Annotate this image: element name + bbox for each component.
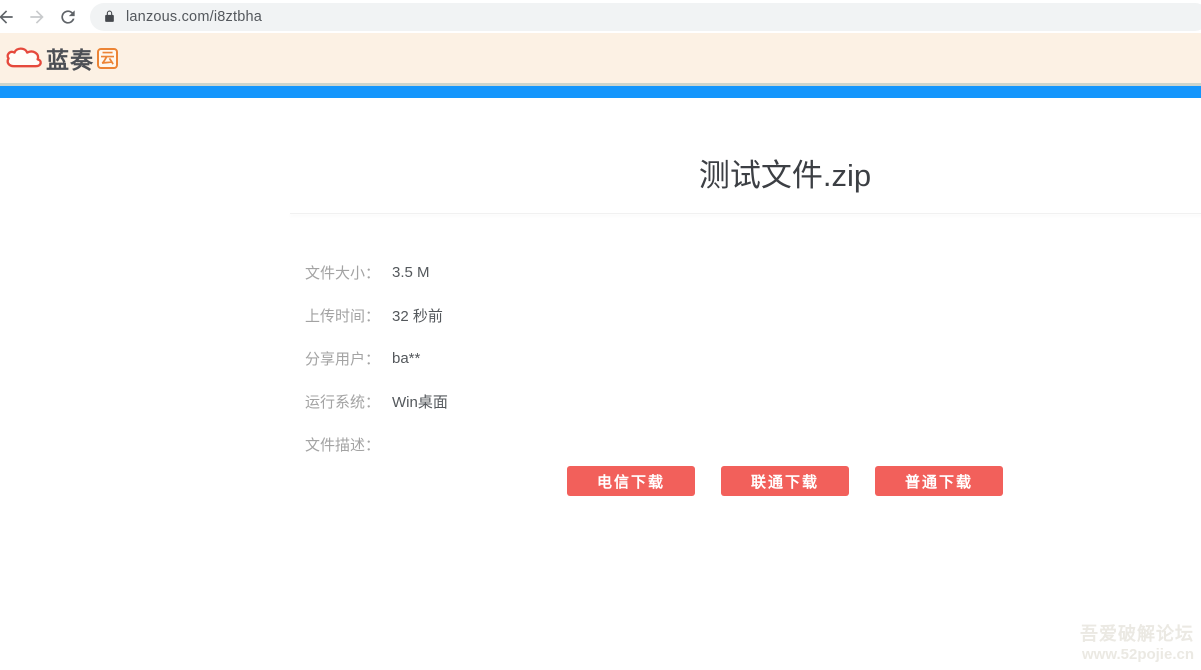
brand-name: 蓝奏 [46, 41, 94, 75]
site-header: 蓝奏 云 [0, 33, 1201, 83]
os-value: Win桌面 [392, 391, 448, 412]
normal-download-button[interactable]: 普通下载 [875, 466, 1003, 496]
brand-badge: 云 [97, 48, 118, 69]
url-bar[interactable]: lanzous.com/i8ztbha [90, 3, 1201, 31]
title-divider [290, 213, 1201, 214]
upload-time-label: 上传时间： [305, 305, 392, 326]
upload-time-value: 32 秒前 [392, 305, 443, 326]
share-user-row: 分享用户： ba** [305, 337, 1201, 380]
lock-icon[interactable] [103, 10, 116, 23]
watermark-line2: www.52pojie.cn [1080, 645, 1194, 665]
accent-strip [0, 83, 1201, 98]
telecom-download-button[interactable]: 电信下载 [567, 466, 695, 496]
reload-icon[interactable] [58, 7, 78, 27]
file-title: 测试文件.zip [290, 153, 1201, 198]
watermark-line1: 吾爱破解论坛 [1080, 624, 1194, 645]
forward-icon[interactable] [27, 7, 47, 27]
share-user-label: 分享用户： [305, 348, 392, 369]
url-text[interactable]: lanzous.com/i8ztbha [126, 9, 262, 25]
file-description-label: 文件描述： [305, 434, 392, 455]
file-size-value: 3.5 M [392, 264, 430, 281]
site-logo[interactable]: 蓝奏 云 [4, 41, 118, 75]
file-description-row: 文件描述： [305, 423, 1201, 466]
watermark: 吾爱破解论坛 www.52pojie.cn [1080, 624, 1194, 665]
download-button-row: 电信下载 联通下载 普通下载 [290, 466, 1201, 496]
unicom-download-button[interactable]: 联通下载 [721, 466, 849, 496]
cloud-icon [4, 45, 44, 71]
file-share-panel: 测试文件.zip 文件大小： 3.5 M 上传时间： 32 秒前 分享用户： b… [290, 153, 1201, 496]
os-row: 运行系统： Win桌面 [305, 380, 1201, 423]
file-size-row: 文件大小： 3.5 M [305, 251, 1201, 294]
file-info-list: 文件大小： 3.5 M 上传时间： 32 秒前 分享用户： ba** 运行系统：… [290, 251, 1201, 466]
os-label: 运行系统： [305, 391, 392, 412]
share-user-value: ba** [392, 350, 420, 367]
file-size-label: 文件大小： [305, 262, 392, 283]
back-icon[interactable] [0, 7, 16, 27]
browser-toolbar: lanzous.com/i8ztbha [0, 0, 1201, 33]
upload-time-row: 上传时间： 32 秒前 [305, 294, 1201, 337]
